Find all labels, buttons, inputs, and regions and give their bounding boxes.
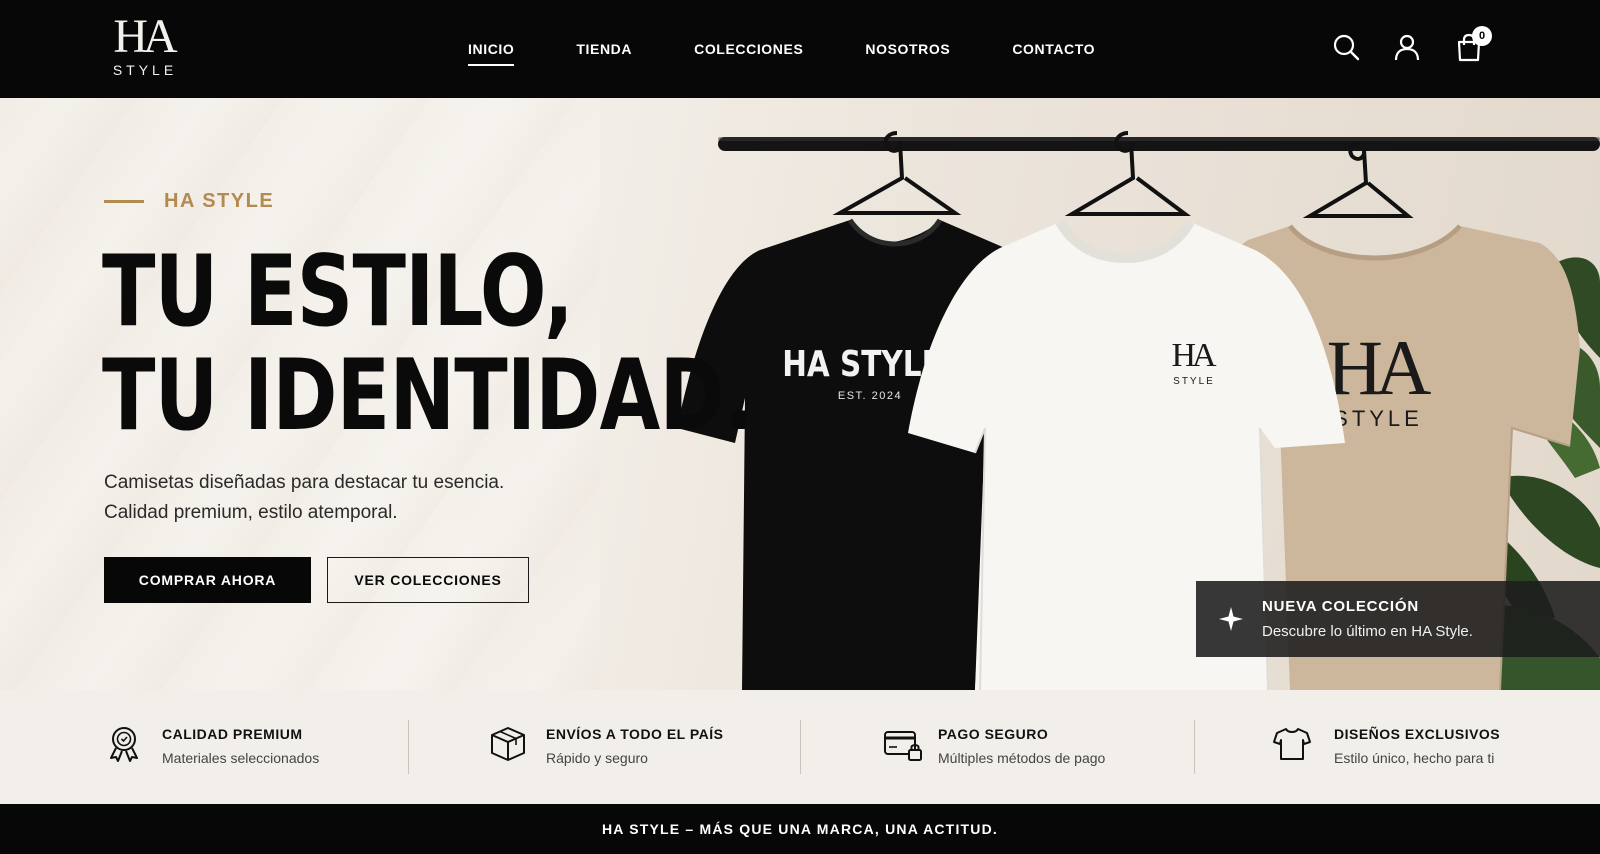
feature-quality: CALIDAD PREMIUM Materiales seleccionados <box>104 690 404 804</box>
hero-banner: HA STYLE HA STYLE EST. 2024 HA STYLE HA … <box>0 98 1600 690</box>
feature-shipping: ENVÍOS A TODO EL PAÍS Rápido y seguro <box>488 690 788 804</box>
feature-title: ENVÍOS A TODO EL PAÍS <box>546 726 724 742</box>
tshirt-icon <box>1273 728 1311 760</box>
award-icon <box>110 727 138 762</box>
nav-item-inicio[interactable]: INICIO <box>468 41 515 66</box>
sparkle-icon <box>1219 607 1243 631</box>
beige-shirt-logo-mark: HA <box>1327 324 1431 411</box>
callout-text: Descubre lo último en HA Style. <box>1262 623 1473 640</box>
white-shirt-logo-mark: HA <box>1171 337 1217 374</box>
nav-item-tienda[interactable]: TIENDA <box>576 41 632 57</box>
feature-title: PAGO SEGURO <box>938 726 1049 742</box>
main-nav: INICIO TIENDA COLECCIONES NOSOTROS CONTA… <box>468 0 1157 98</box>
user-icon[interactable] <box>1392 32 1422 62</box>
view-collections-button[interactable]: VER COLECCIONES <box>327 557 529 603</box>
brand-logo[interactable]: HA STYLE <box>108 10 178 84</box>
feature-exclusive-designs: DISEÑOS EXCLUSIVOS Estilo único, hecho p… <box>1272 690 1572 804</box>
site-header: HA STYLE INICIO TIENDA COLECCIONES NOSOT… <box>0 0 1600 98</box>
subtitle-line-1: Camisetas diseñadas para destacar tu ese… <box>104 472 505 493</box>
nav-item-colecciones[interactable]: COLECCIONES <box>694 41 803 57</box>
search-icon[interactable] <box>1331 32 1361 62</box>
black-shirt-print: HA STYLE <box>782 342 942 385</box>
white-shirt-logo-sub: STYLE <box>1173 376 1215 387</box>
footer-tagline: HA STYLE – MÁS QUE UNA MARCA, UNA ACTITU… <box>602 821 998 837</box>
nav-item-nosotros[interactable]: NOSOTROS <box>865 41 950 57</box>
headline-line-2: TU IDENTIDAD. <box>102 339 754 453</box>
black-shirt-est: EST. 2024 <box>838 390 902 402</box>
features-strip: CALIDAD PREMIUM Materiales seleccionados… <box>0 690 1600 804</box>
hero-subtitle: Camisetas diseñadas para destacar tu ese… <box>104 468 504 528</box>
hero-eyebrow: HA STYLE <box>104 190 274 213</box>
feature-title: DISEÑOS EXCLUSIVOS <box>1334 726 1501 742</box>
feature-divider <box>1194 720 1195 774</box>
logo-mark: HA <box>113 10 177 63</box>
box-icon <box>491 727 525 761</box>
hero-headline: TU ESTILO, TU IDENTIDAD. <box>102 235 754 453</box>
beige-shirt-logo-sub: STYLE <box>1333 406 1423 431</box>
eyebrow-text: HA STYLE <box>164 190 275 212</box>
feature-text: Rápido y seguro <box>546 750 648 766</box>
feature-divider <box>408 720 409 774</box>
logo-wordmark: STYLE <box>112 62 178 78</box>
cart-count-badge: 0 <box>1472 26 1492 46</box>
card-lock-icon <box>884 731 922 761</box>
feature-text: Múltiples métodos de pago <box>938 750 1106 766</box>
shop-now-button[interactable]: COMPRAR AHORA <box>104 557 311 603</box>
eyebrow-rule <box>104 200 144 203</box>
callout-title: NUEVA COLECCIÓN <box>1262 598 1420 615</box>
nav-item-contacto[interactable]: CONTACTO <box>1012 41 1095 57</box>
feature-divider <box>800 720 801 774</box>
tagline-bar: HA STYLE – MÁS QUE UNA MARCA, UNA ACTITU… <box>0 804 1600 854</box>
subtitle-line-2: Calidad premium, estilo atemporal. <box>104 502 398 523</box>
feature-title: CALIDAD PREMIUM <box>162 726 303 742</box>
feature-text: Materiales seleccionados <box>162 750 320 766</box>
feature-text: Estilo único, hecho para ti <box>1334 750 1495 766</box>
headline-line-1: TU ESTILO, <box>102 235 574 349</box>
feature-secure-payment: PAGO SEGURO Múltiples métodos de pago <box>880 690 1180 804</box>
new-collection-callout[interactable]: NUEVA COLECCIÓN Descubre lo último en HA… <box>1196 581 1600 657</box>
